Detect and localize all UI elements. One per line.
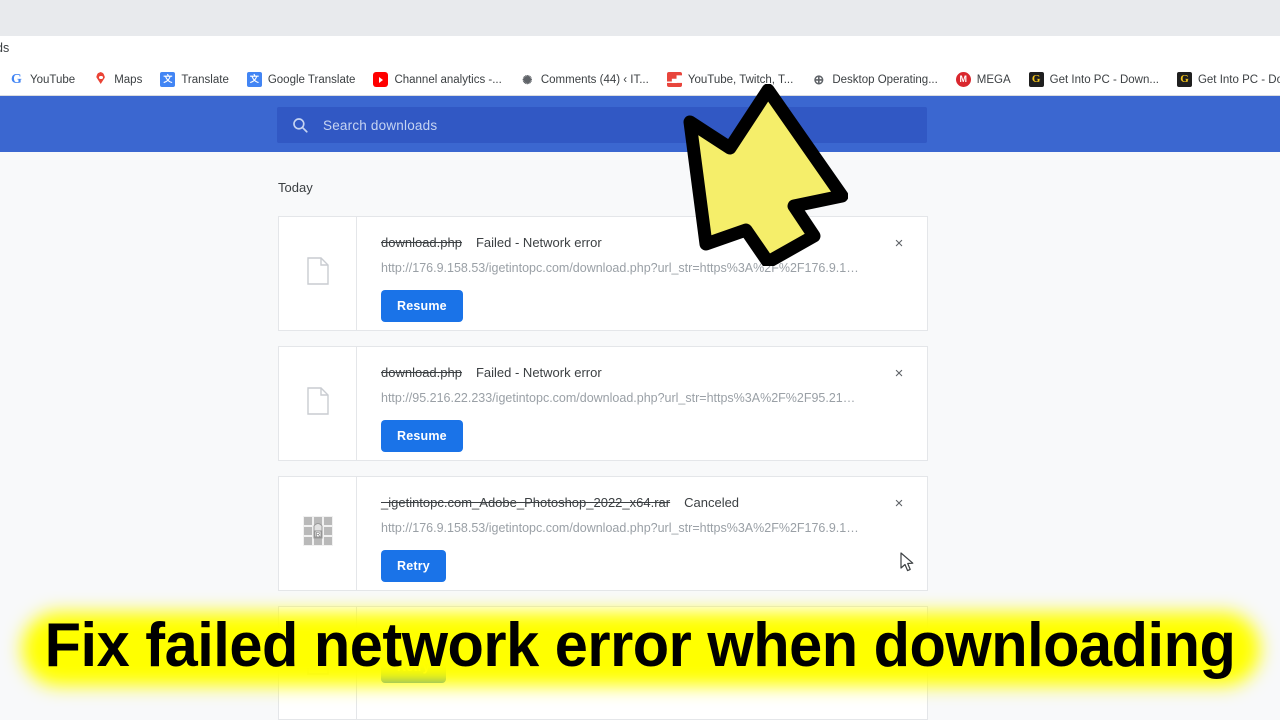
search-downloads-field[interactable]: Search downloads	[277, 107, 927, 143]
omnibox-strip[interactable]	[0, 36, 1280, 64]
bookmark-label: Channel analytics -...	[394, 73, 502, 86]
download-action-button[interactable]: Resume	[381, 420, 463, 452]
download-title-row: download.php Failed - Network error	[381, 365, 927, 380]
download-action-button[interactable]: Retry	[381, 550, 446, 582]
bookmark-label: Comments (44) ‹ IT...	[540, 73, 649, 86]
bookmark-item[interactable]: 文 Google Translate	[238, 64, 365, 95]
download-item-details: Retry ×	[357, 607, 927, 719]
download-url: http://176.9.158.53/igetintopc.com/downl…	[381, 261, 859, 275]
bookmark-label: YouTube	[30, 73, 76, 86]
download-status: Failed - Network error	[475, 235, 602, 250]
download-url: http://95.216.22.233/igetintopc.com/down…	[381, 391, 861, 405]
getintopc-icon: G	[1176, 72, 1192, 87]
maps-pin-icon	[93, 72, 108, 87]
google-icon: G	[11, 71, 22, 87]
bookmark-item[interactable]: 文 Translate	[151, 64, 238, 95]
bookmark-label: Google Translate	[267, 73, 356, 86]
download-title-row: download.php Failed - Network error	[381, 235, 927, 250]
search-placeholder: Search downloads	[323, 117, 438, 133]
download-item-card[interactable]: download.php Failed - Network error http:/…	[278, 216, 928, 331]
download-title-row: _igetintopc.com_Adobe_Photoshop_2022_x64…	[381, 495, 927, 510]
translate-icon: 文	[246, 72, 262, 87]
bookmark-item[interactable]: G Get Into PC - Down...	[1168, 64, 1280, 95]
browser-window: ds G YouTube Maps 文 Translate 文 Google Transla…	[0, 0, 1280, 720]
remove-download-icon[interactable]: ×	[889, 493, 909, 513]
comments-icon: ✺	[522, 72, 533, 87]
rar-file-icon: R	[302, 516, 333, 551]
generic-file-icon	[306, 387, 329, 420]
mega-icon: M	[955, 72, 971, 87]
translate-icon: 文	[160, 72, 176, 87]
bookmark-label: Translate	[181, 73, 229, 86]
download-item-details: _igetintopc.com_Adobe_Photoshop_2022_x64…	[357, 477, 927, 590]
download-item-card[interactable]: R _igetintopc.com_Adobe_Photoshop_2022_x6…	[278, 476, 928, 591]
download-filename: download.php	[381, 365, 462, 380]
bookmark-item[interactable]: ✺ Comments (44) ‹ IT...	[511, 64, 658, 95]
bookmark-item[interactable]: Channel analytics -...	[364, 64, 510, 95]
download-filename: _igetintopc.com_Adobe_Photoshop_2022_x64…	[381, 495, 671, 510]
file-icon-column	[279, 607, 357, 719]
svg-text:R: R	[315, 532, 320, 538]
bookmark-label: Get Into PC - Down...	[1049, 73, 1159, 86]
bookmark-label: Get Into PC - Down...	[1197, 73, 1280, 86]
remove-download-icon[interactable]: ×	[889, 233, 909, 253]
bookmark-item[interactable]: G YouTube	[0, 64, 84, 95]
omnibox-text: ds	[0, 41, 10, 55]
download-url: http://176.9.158.53/igetintopc.com/downl…	[381, 521, 859, 535]
download-filename: download.php	[381, 235, 462, 250]
remove-download-icon[interactable]: ×	[889, 363, 909, 383]
file-icon-column	[279, 217, 357, 330]
download-item-details: download.php Failed - Network error http:/…	[357, 217, 927, 330]
search-icon	[291, 116, 309, 134]
bookmark-label: Desktop Operating...	[832, 73, 938, 86]
bookmark-item[interactable]: M MEGA	[947, 64, 1020, 95]
download-item-card[interactable]: Retry ×	[278, 606, 928, 720]
bookmark-label: Maps	[114, 73, 143, 86]
download-status: Canceled	[684, 495, 740, 510]
bookmark-item[interactable]: Maps	[84, 64, 151, 95]
download-item-card[interactable]: download.php Failed - Network error http:/…	[278, 346, 928, 461]
download-item-details: download.php Failed - Network error http:/…	[357, 347, 927, 460]
bookmarks-bar: G YouTube Maps 文 Translate 文 Google Translate C…	[0, 64, 1280, 96]
mouse-cursor	[900, 552, 916, 574]
browser-tab-strip	[0, 0, 1280, 36]
download-action-button[interactable]: Retry	[381, 651, 446, 683]
section-header-today: Today	[278, 180, 313, 195]
globe-icon: ⊕	[813, 72, 825, 87]
youtube-icon	[373, 72, 389, 87]
bar-chart-icon	[666, 72, 682, 87]
generic-file-icon	[306, 646, 329, 680]
getintopc-icon: G	[1028, 72, 1044, 87]
bookmark-item[interactable]: G Get Into PC - Down...	[1020, 64, 1168, 95]
download-status: Failed - Network error	[475, 365, 602, 380]
bookmark-label: MEGA	[976, 73, 1011, 86]
file-icon-column: R	[279, 477, 357, 590]
bookmark-item[interactable]: YouTube, Twitch, T...	[658, 64, 802, 95]
download-action-button[interactable]: Resume	[381, 290, 463, 322]
remove-download-icon[interactable]: ×	[889, 623, 909, 643]
generic-file-icon	[306, 257, 329, 290]
bookmark-label: YouTube, Twitch, T...	[687, 73, 794, 86]
bookmark-item[interactable]: ⊕ Desktop Operating...	[802, 64, 946, 95]
file-icon-column	[279, 347, 357, 460]
